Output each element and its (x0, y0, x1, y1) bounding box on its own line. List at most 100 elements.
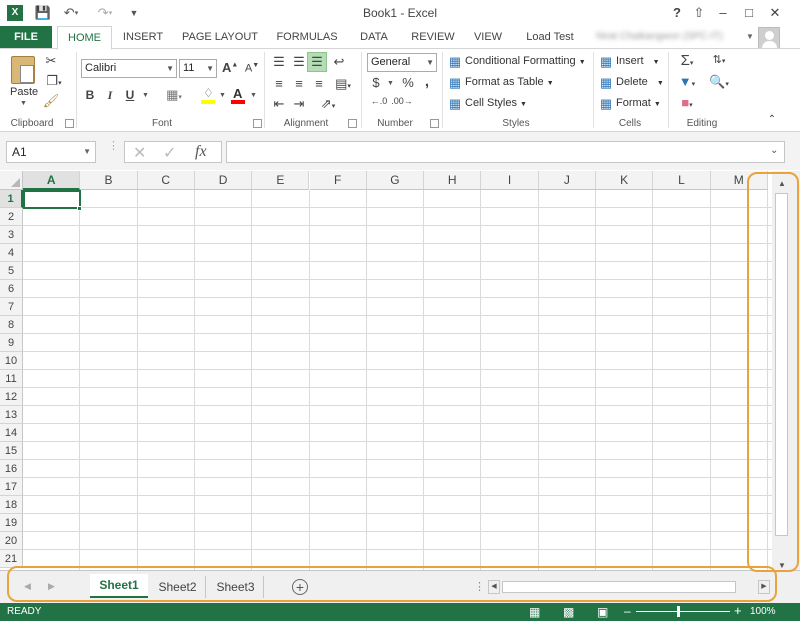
percent-button[interactable]: % (400, 75, 416, 90)
find-select-icon[interactable]: 🔍▾ (706, 74, 732, 90)
maximize-button[interactable]: □ (738, 4, 760, 22)
collapse-ribbon-icon[interactable]: ⌃ (764, 114, 780, 125)
cell-styles-icon[interactable]: ▦ (448, 96, 462, 112)
row-header[interactable]: 18 (0, 496, 23, 514)
undo-icon[interactable]: ↶ ▾ (60, 4, 82, 22)
tab-file[interactable]: FILE (0, 26, 52, 49)
delete-cells-icon[interactable]: ▦ (599, 75, 613, 91)
name-box[interactable]: A1 ▼ (6, 141, 96, 163)
paste-button[interactable]: Paste (10, 86, 38, 98)
zoom-level[interactable]: 100% (750, 606, 776, 617)
paste-dropdown-icon[interactable]: ▼ (20, 100, 27, 107)
row-header[interactable]: 7 (0, 298, 23, 316)
column-header[interactable]: A (23, 171, 81, 190)
tab-insert[interactable]: INSERT (118, 26, 168, 49)
column-header[interactable]: J (538, 171, 596, 190)
font-name-combo[interactable]: Calibri ▼ (81, 59, 177, 78)
font-color-icon[interactable]: A (230, 86, 246, 104)
expand-formula-bar-icon[interactable]: ⌄ (770, 145, 778, 156)
avatar[interactable] (758, 27, 780, 49)
column-header[interactable]: H (424, 171, 482, 190)
row-header[interactable]: 3 (0, 226, 23, 244)
active-cell[interactable] (23, 190, 81, 209)
row-header[interactable]: 6 (0, 280, 23, 298)
zoom-out-icon[interactable]: – (624, 604, 631, 618)
number-launcher-icon[interactable] (430, 119, 439, 128)
align-top-icon[interactable]: ☰ (270, 54, 288, 70)
cell-styles-button[interactable]: Cell Styles ▼ (465, 97, 527, 109)
wrap-text-icon[interactable]: ↩ (330, 54, 348, 70)
fill-icon[interactable]: ▼▾ (674, 74, 700, 89)
column-header[interactable]: D (194, 171, 253, 190)
zoom-in-icon[interactable]: + (734, 603, 742, 618)
formula-bar-grip-icon[interactable]: ⋮ (108, 141, 119, 152)
comma-style-icon[interactable]: , (420, 73, 434, 90)
currency-dropdown-icon[interactable]: ▼ (387, 80, 394, 87)
sort-filter-icon[interactable]: ⇅▾ (706, 53, 732, 66)
tab-home[interactable]: HOME (57, 26, 112, 50)
align-center-icon[interactable]: ≡ (290, 76, 308, 91)
insert-function-button[interactable]: fx (195, 143, 207, 161)
save-icon[interactable]: 💾 (35, 4, 51, 22)
close-button[interactable]: ✕ (764, 4, 786, 22)
fill-handle[interactable] (77, 206, 82, 211)
conditional-formatting-button[interactable]: Conditional Formatting ▼ (465, 55, 586, 67)
copy-icon[interactable]: ❐▾ (42, 73, 66, 89)
column-header[interactable]: G (366, 171, 425, 190)
font-size-combo[interactable]: 11 ▼ (179, 59, 217, 78)
increase-font-icon[interactable]: A▲ (222, 60, 238, 75)
insert-cells-icon[interactable]: ▦ (599, 54, 613, 70)
chevron-down-icon[interactable]: ▼ (83, 142, 91, 162)
decrease-decimal-icon[interactable]: .00→ (391, 96, 413, 106)
tab-load-test[interactable]: Load Test (518, 26, 582, 49)
row-header[interactable]: 14 (0, 424, 23, 442)
page-layout-view-icon[interactable]: ▩ (563, 605, 574, 619)
cut-icon[interactable]: ✂ (42, 53, 60, 69)
increase-decimal-icon[interactable]: ←.0 (368, 96, 390, 106)
paste-icon[interactable] (11, 56, 35, 84)
select-all-corner[interactable] (0, 171, 23, 190)
align-middle-icon[interactable]: ☰ (290, 54, 308, 70)
row-header[interactable]: 8 (0, 316, 23, 334)
tab-view[interactable]: VIEW (468, 26, 508, 49)
row-header[interactable]: 16 (0, 460, 23, 478)
decrease-indent-icon[interactable]: ⇤ (270, 96, 288, 112)
number-format-combo[interactable]: General ▼ (367, 53, 437, 72)
cancel-icon[interactable]: ✕ (133, 143, 146, 163)
fill-color-icon[interactable]: ♢ (200, 86, 218, 104)
borders-icon[interactable]: ▦▾ (162, 87, 186, 103)
conditional-formatting-icon[interactable]: ▦ (448, 54, 462, 70)
font-color-dropdown-icon[interactable]: ▼ (250, 92, 257, 99)
tab-data[interactable]: DATA (352, 26, 396, 49)
fill-color-dropdown-icon[interactable]: ▼ (219, 92, 226, 99)
clipboard-launcher-icon[interactable] (65, 119, 74, 128)
format-painter-icon[interactable]: 🖌 (42, 93, 60, 109)
format-cells-icon[interactable]: ▦ (599, 96, 613, 112)
italic-button[interactable]: I (103, 88, 117, 103)
tab-review[interactable]: REVIEW (406, 26, 460, 49)
ribbon-display-options-icon[interactable]: ⇧ (688, 4, 710, 22)
help-button[interactable]: ? (666, 4, 688, 22)
worksheet-grid[interactable]: ABCDEFGHIJKLM 1 2 3 4 5 6 7 8 9 10 11 12 13 14 15 16 17 1… (0, 171, 772, 570)
page-break-view-icon[interactable]: ▣ (597, 605, 608, 619)
user-name[interactable]: Nirat Chaikangwon (SPC-IT) (596, 31, 746, 42)
customize-qat-icon[interactable]: ▼ (128, 4, 140, 22)
bold-button[interactable]: B (83, 88, 97, 102)
merge-center-icon[interactable]: ▤▾ (330, 76, 356, 92)
row-header[interactable]: 20 (0, 532, 23, 550)
column-header[interactable]: L (653, 171, 711, 190)
row-header[interactable]: 1 (0, 190, 23, 208)
tab-page-layout[interactable]: PAGE LAYOUT (180, 26, 260, 49)
row-header[interactable]: 10 (0, 352, 23, 370)
alignment-launcher-icon[interactable] (348, 119, 357, 128)
row-header[interactable]: 5 (0, 262, 23, 280)
row-header[interactable]: 9 (0, 334, 23, 352)
insert-cells-button[interactable]: Insert ▼ (616, 55, 660, 67)
column-header[interactable]: C (137, 171, 195, 190)
row-header[interactable]: 13 (0, 406, 23, 424)
row-header[interactable]: 11 (0, 370, 23, 388)
redo-icon[interactable]: ↷ ▾ (92, 4, 118, 22)
row-header[interactable]: 17 (0, 478, 23, 496)
format-cells-button[interactable]: Format ▼ (616, 97, 661, 109)
normal-view-icon[interactable]: ▦ (529, 605, 540, 619)
